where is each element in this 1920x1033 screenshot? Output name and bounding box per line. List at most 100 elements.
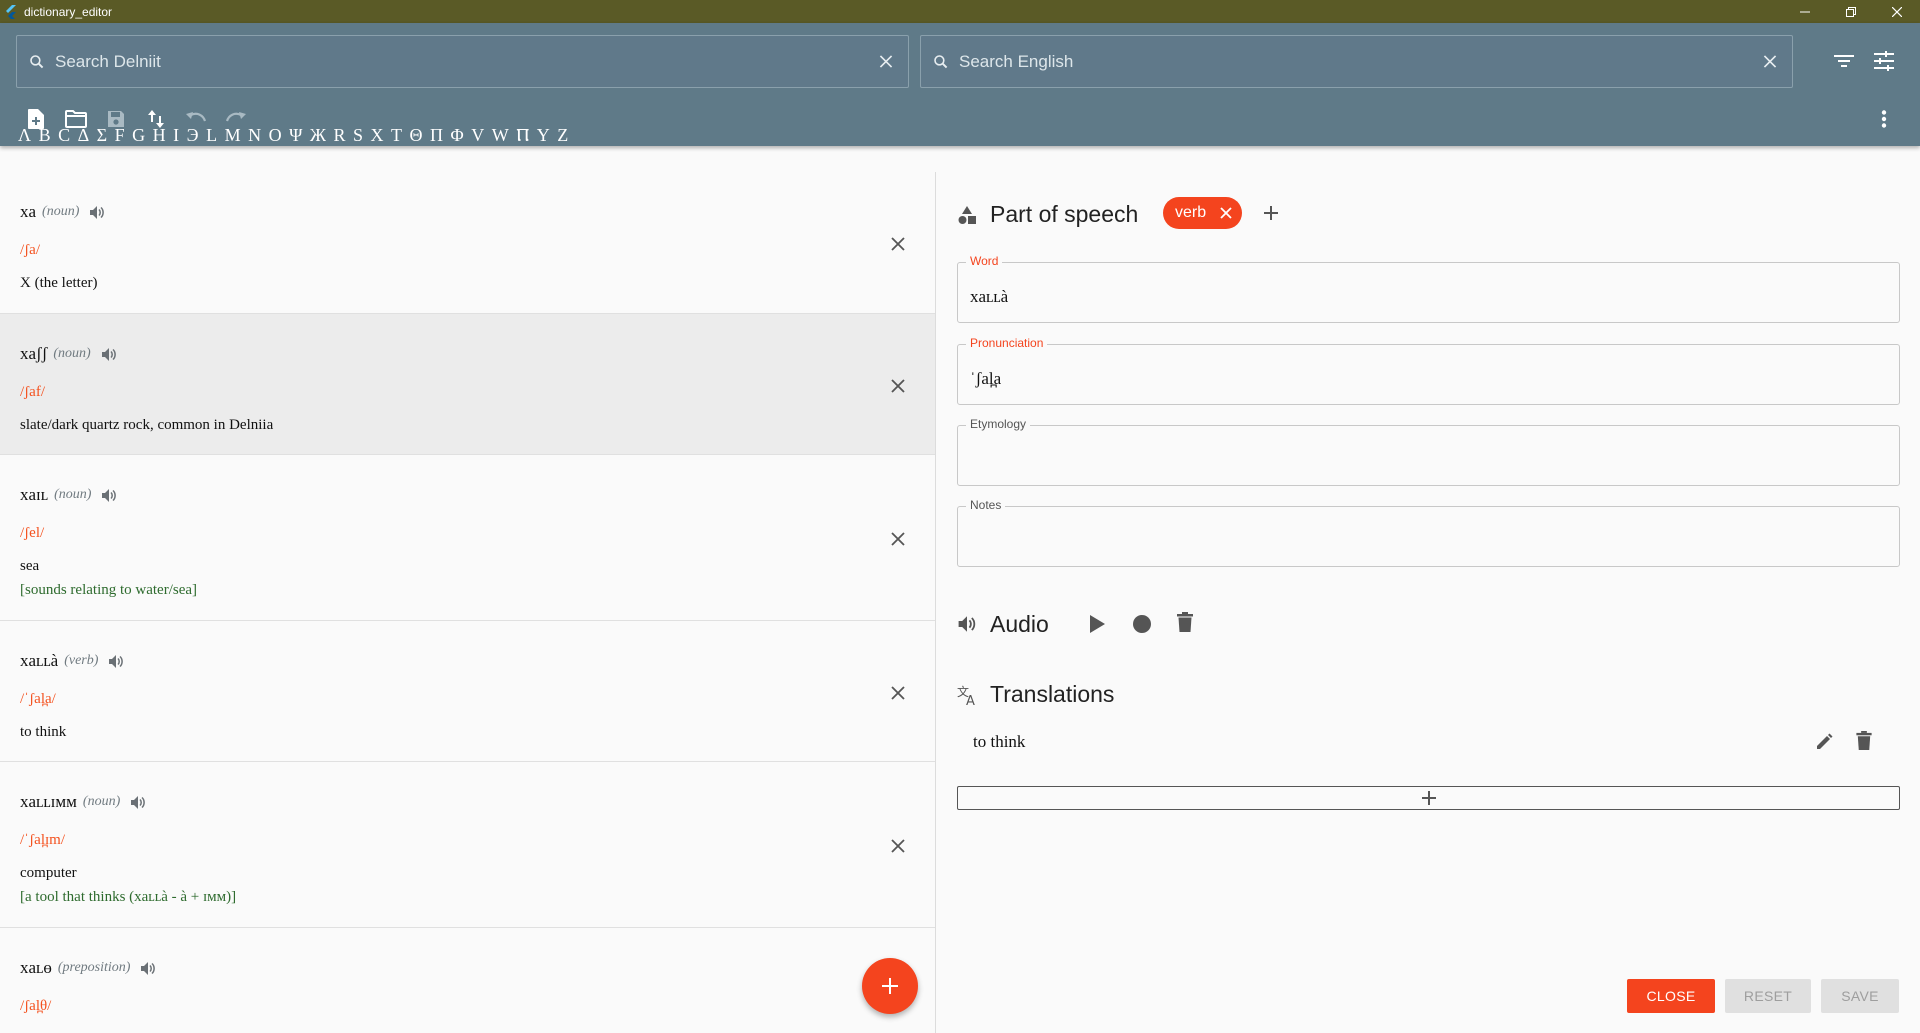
record-icon[interactable] [1132,614,1152,634]
add-translation-button[interactable] [957,786,1900,810]
search-icon [934,54,948,68]
search-icon [30,54,44,68]
alphabet-letter[interactable]: Z [557,125,568,147]
pronunciation-field-label: Pronunciation [966,336,1048,350]
list-item[interactable]: xaʟʟà (verb) /ˈʃal̪a/ to think [0,621,935,762]
close-editor-button[interactable]: CLOSE [1627,979,1715,1013]
tune-icon [1874,51,1894,71]
search-delniit-field[interactable]: Search Delniit [16,35,909,88]
reset-button[interactable]: RESET [1725,979,1811,1013]
notes-field-label: Notes [966,498,1006,512]
speaker-icon[interactable] [101,347,117,362]
close-icon [1892,6,1902,17]
add-entry-button[interactable] [862,958,918,1014]
alphabet-letter[interactable]: M [225,125,241,147]
close-window-button[interactable] [1874,0,1920,23]
alphabet-letter[interactable]: Y [537,125,550,147]
alphabet-letter[interactable]: S [353,125,363,147]
alphabet-letter[interactable]: Δ [78,125,90,147]
alphabet-letter[interactable]: B [39,125,51,147]
entry-etymology: [a tool that thinks (xaʟʟà - à + ɪᴍᴍ)] [20,889,237,905]
delete-translation-icon[interactable] [1856,731,1872,751]
search-english-field[interactable]: Search English [920,35,1793,88]
entry-pos: (noun) [54,487,92,502]
etymology-field[interactable]: Etymology [957,417,1900,486]
entry-word: xaʃʃ [20,344,48,363]
entry-definition: X (the letter) [20,275,98,291]
tune-settings-button[interactable] [1870,47,1898,75]
entry-ipa: /ʃa/ [20,242,40,258]
alphabet-letter[interactable]: O [269,125,282,147]
delete-entry-icon[interactable] [888,683,908,703]
alphabet-letter[interactable]: W [492,125,509,147]
delete-entry-icon[interactable] [888,234,908,254]
alphabet-bar: ΛBCΔΣFGHIЭLMNOΨЖRSXTΘΠΦVWⲠYZ [18,125,576,147]
chip-remove-icon[interactable] [1220,207,1232,219]
speaker-icon[interactable] [108,654,124,669]
alphabet-letter[interactable]: Φ [451,125,464,147]
list-item[interactable]: xaʃʃ (noun) /ʃaf/ slate/dark quartz rock… [0,314,935,455]
speaker-icon[interactable] [89,205,105,220]
speaker-icon[interactable] [130,795,146,810]
alphabet-letter[interactable]: L [206,125,217,147]
alphabet-letter[interactable]: Λ [18,125,31,147]
play-icon[interactable] [1088,614,1106,634]
alphabet-letter[interactable]: Э [187,125,199,147]
delete-entry-icon[interactable] [888,376,908,396]
list-item[interactable]: xaʟʟɪᴍᴍ (noun) /ˈʃal̪ɪm/ computer [a too… [0,762,935,928]
volume-icon [958,616,976,632]
word-field-label: Word [966,254,1003,268]
list-item[interactable]: xaɪʟ (noun) /ʃel/ sea [sounds relating t… [0,455,935,621]
pronunciation-field[interactable]: Pronunciation ˈʃal̪a [957,336,1900,405]
list-item[interactable]: xa (noun) /ʃa/ X (the letter) [0,172,935,314]
minimize-icon [1800,11,1810,12]
edit-icon[interactable] [1815,733,1833,751]
alphabet-letter[interactable]: H [153,125,166,147]
search-delniit-placeholder: Search Delniit [55,51,161,71]
alphabet-letter[interactable]: R [334,125,346,147]
delete-entry-icon[interactable] [888,529,908,549]
alphabet-letter[interactable]: G [132,125,145,147]
alphabet-letter[interactable]: Σ [97,125,107,147]
speaker-icon[interactable] [140,961,156,976]
category-icon [958,206,976,224]
pronunciation-field-value: ˈʃal̪a [970,369,1002,388]
save-button[interactable]: SAVE [1821,979,1899,1013]
alphabet-letter[interactable]: C [58,125,70,147]
entry-pos: (preposition) [57,960,131,975]
entry-ipa: /ˈʃal̪ɪm/ [20,832,65,848]
etymology-field-label: Etymology [966,417,1031,431]
restore-button[interactable] [1828,0,1874,23]
alphabet-letter[interactable]: V [471,125,484,147]
entry-etymology: [sounds relating to water/sea] [20,582,198,598]
alphabet-letter[interactable]: Π [430,125,443,147]
speaker-icon[interactable] [101,488,117,503]
pos-chip[interactable]: verb [1163,197,1243,229]
notes-field[interactable]: Notes [957,498,1900,567]
alphabet-letter[interactable]: Ψ [289,125,302,147]
clear-icon[interactable] [1760,55,1780,68]
more-menu-button[interactable] [1870,105,1898,133]
alphabet-letter[interactable]: Ж [310,125,326,147]
clear-icon[interactable] [876,55,896,68]
delete-audio-icon[interactable] [1177,612,1193,633]
alphabet-letter[interactable]: I [173,125,179,147]
entry-word: xaɪʟ [20,485,49,504]
filter-button[interactable] [1830,47,1858,75]
alphabet-letter[interactable]: T [391,125,402,147]
redo-icon [225,112,246,122]
entry-pos: (verb) [64,653,99,668]
search-english-placeholder: Search English [959,51,1074,71]
alphabet-letter[interactable]: Ⲡ [516,125,529,147]
alphabet-letter[interactable]: F [115,125,125,147]
more-vert-icon [1881,110,1887,128]
alphabet-letter[interactable]: Θ [410,125,423,147]
minimize-button[interactable] [1782,0,1828,23]
delete-entry-icon[interactable] [888,836,908,856]
alphabet-letter[interactable]: N [248,125,261,147]
list-item[interactable]: xaʟɵ (preposition) /ʃal̪θ/ [0,928,935,1033]
part-of-speech-title: Part of speech [990,201,1139,227]
alphabet-letter[interactable]: X [371,125,384,147]
add-pos-icon[interactable] [1263,205,1279,221]
word-field[interactable]: Word xaʟʟà [957,254,1900,323]
